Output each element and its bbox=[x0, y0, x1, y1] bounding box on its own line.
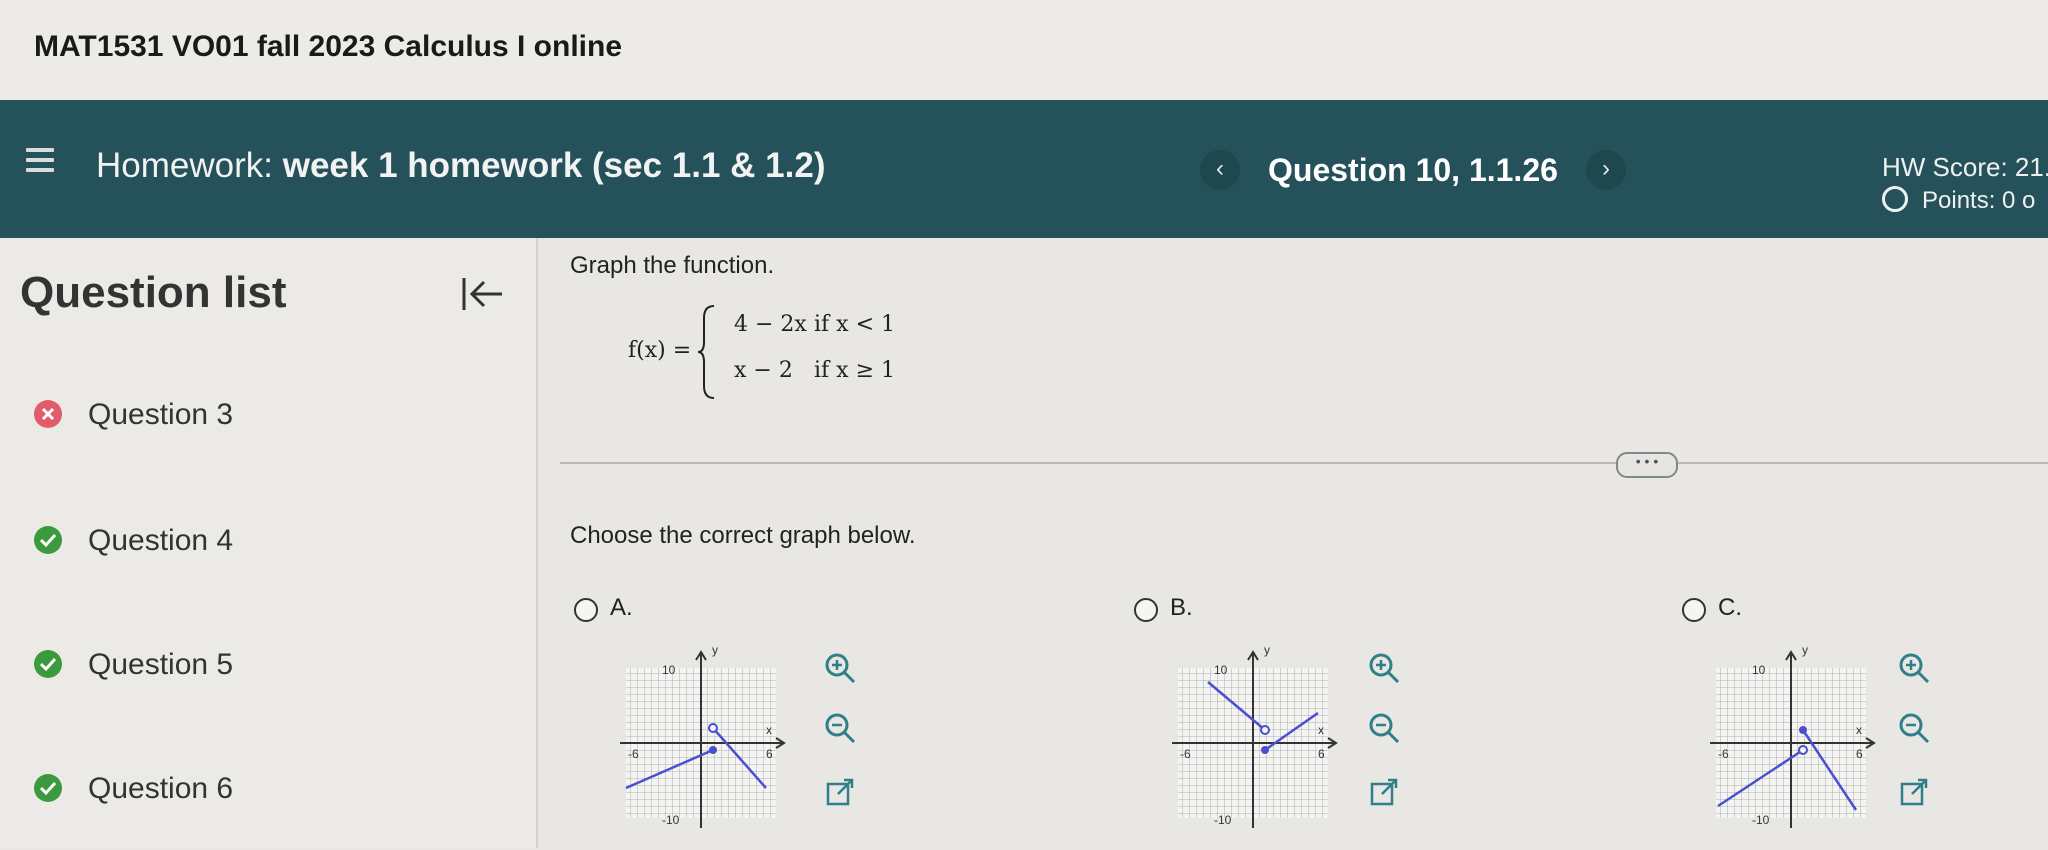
question-label: Question 3 bbox=[88, 398, 234, 431]
radio-button[interactable] bbox=[574, 598, 598, 622]
graph-option-b: y x 10 -10 -6 6 bbox=[1172, 643, 1338, 828]
function-lhs: f(x) = bbox=[628, 338, 692, 363]
x-max-label: 6 bbox=[766, 747, 773, 761]
y-axis-label: y bbox=[712, 643, 718, 657]
x-axis-label: x bbox=[766, 723, 772, 737]
y-min-label: -10 bbox=[1752, 813, 1770, 827]
question-label: Question 6 bbox=[88, 772, 234, 805]
x-axis-label: x bbox=[1318, 723, 1324, 737]
option-letter: B. bbox=[1170, 594, 1193, 621]
zoom-in-icon[interactable] bbox=[1894, 648, 1934, 688]
open-in-new-window-icon[interactable] bbox=[1894, 772, 1934, 812]
zoom-in-icon[interactable] bbox=[820, 648, 860, 688]
graph-option-a: y x 10 -10 -6 6 bbox=[620, 643, 786, 828]
question-prompt: Graph the function. bbox=[570, 252, 775, 279]
x-min-label: -6 bbox=[628, 747, 639, 761]
case-1-expression: 4 − 2x bbox=[734, 312, 807, 337]
brace-icon bbox=[697, 305, 715, 399]
homework-bar: Homework: week 1 homework (sec 1.1 & 1.2… bbox=[0, 100, 2048, 238]
open-point bbox=[1798, 745, 1808, 755]
y-max-label: 10 bbox=[1752, 663, 1766, 677]
zoom-out-icon[interactable] bbox=[820, 708, 860, 748]
points-text: Points: 0 o bbox=[1922, 187, 2036, 214]
case-2: x − 2 if x ≥ 1 bbox=[734, 358, 895, 383]
question-list-item-4[interactable]: Question 4 bbox=[34, 518, 454, 564]
y-axis-label: y bbox=[1264, 643, 1270, 657]
y-max-label: 10 bbox=[1214, 663, 1228, 677]
closed-point bbox=[709, 746, 717, 754]
zoom-out-icon[interactable] bbox=[1364, 708, 1404, 748]
checkmark-icon bbox=[34, 774, 62, 802]
incorrect-icon bbox=[34, 400, 62, 428]
x-min-label: -6 bbox=[1180, 747, 1191, 761]
x-max-label: 6 bbox=[1856, 747, 1863, 761]
case-2-expression: x − 2 bbox=[734, 358, 793, 383]
open-in-new-window-icon[interactable] bbox=[1364, 772, 1404, 812]
homework-title: Homework: week 1 homework (sec 1.1 & 1.2… bbox=[96, 146, 825, 186]
option-letter: C. bbox=[1718, 594, 1742, 621]
question-list-item-3[interactable]: Question 3 bbox=[34, 392, 454, 438]
case-1: 4 − 2x if x < 1 bbox=[734, 312, 895, 337]
option-a[interactable]: A. bbox=[574, 592, 694, 632]
case-2-condition: if x ≥ 1 bbox=[814, 358, 895, 383]
x-max-label: 6 bbox=[1318, 747, 1325, 761]
x-axis-label: x bbox=[1856, 723, 1862, 737]
hw-score: HW Score: 21. bbox=[1882, 152, 2048, 182]
option-c[interactable]: C. bbox=[1682, 592, 1802, 632]
question-list-title: Question list bbox=[20, 268, 287, 317]
closed-point bbox=[1799, 726, 1807, 734]
y-axis-label: y bbox=[1802, 643, 1808, 657]
open-point bbox=[1260, 725, 1270, 735]
checkmark-icon bbox=[34, 526, 62, 554]
course-header: MAT1531 VO01 fall 2023 Calculus I online bbox=[0, 0, 2048, 100]
zoom-out-icon[interactable] bbox=[1894, 708, 1934, 748]
question-label: Question 4 bbox=[88, 524, 234, 557]
question-list-item-6[interactable]: Question 6 bbox=[34, 766, 454, 812]
menu-icon[interactable] bbox=[26, 148, 54, 172]
y-min-label: -10 bbox=[662, 813, 680, 827]
question-list-panel: Question list Question 3 Question 4 Ques… bbox=[0, 238, 538, 848]
homework-name: week 1 homework (sec 1.1 & 1.2) bbox=[282, 146, 826, 185]
open-point bbox=[708, 723, 718, 733]
circle-icon bbox=[1882, 186, 1908, 212]
question-list-item-5[interactable]: Question 5 bbox=[34, 642, 454, 688]
divider bbox=[560, 462, 2048, 464]
question-label: Question 5 bbox=[88, 648, 234, 681]
previous-question-button[interactable]: ‹ bbox=[1200, 150, 1240, 190]
option-b[interactable]: B. bbox=[1134, 592, 1254, 632]
closed-point bbox=[1261, 746, 1269, 754]
question-id: Question 10, 1.1.26 bbox=[1268, 152, 1558, 188]
radio-button[interactable] bbox=[1682, 598, 1706, 622]
collapse-panel-icon[interactable] bbox=[460, 274, 506, 314]
piecewise-function: f(x) = 4 − 2x if x < 1 x − 2 if x ≥ 1 bbox=[628, 296, 1028, 406]
case-1-condition: if x < 1 bbox=[814, 312, 895, 337]
zoom-in-icon[interactable] bbox=[1364, 648, 1404, 688]
question-panel: Graph the function. f(x) = 4 − 2x if x <… bbox=[538, 238, 2048, 848]
points-indicator: Points: 0 o bbox=[1882, 186, 2035, 215]
next-question-button[interactable]: › bbox=[1586, 150, 1626, 190]
x-min-label: -6 bbox=[1718, 747, 1729, 761]
open-in-new-window-icon[interactable] bbox=[820, 772, 860, 812]
choose-instruction: Choose the correct graph below. bbox=[570, 522, 916, 549]
checkmark-icon bbox=[34, 650, 62, 678]
y-max-label: 10 bbox=[662, 663, 676, 677]
option-letter: A. bbox=[610, 594, 633, 621]
course-title: MAT1531 VO01 fall 2023 Calculus I online bbox=[34, 30, 623, 63]
y-min-label: -10 bbox=[1214, 813, 1232, 827]
radio-button[interactable] bbox=[1134, 598, 1158, 622]
more-options-button[interactable]: • • • bbox=[1616, 452, 1678, 478]
homework-prefix: Homework: bbox=[96, 146, 273, 185]
graph-option-c: y x 10 -10 -6 6 bbox=[1710, 643, 1876, 828]
